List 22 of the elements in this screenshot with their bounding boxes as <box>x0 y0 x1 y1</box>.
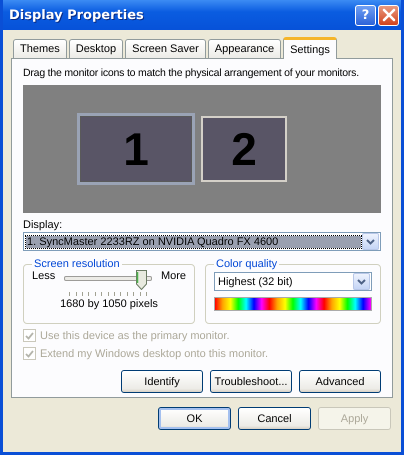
action-button[interactable]: Troubleshoot... <box>210 370 292 393</box>
group-title: Screen resolution <box>33 258 121 270</box>
slider-max-label: More <box>160 270 186 282</box>
tab[interactable]: Appearance <box>208 39 282 58</box>
instruction-text: Drag the monitor icons to match the physical arrangement of your monitors. <box>23 67 360 79</box>
color-quality-dropdown[interactable]: Highest (32 bit) <box>214 272 372 291</box>
slider-min-label: Less <box>32 270 56 282</box>
tab[interactable]: Screen Saver <box>125 39 206 58</box>
action-button[interactable]: Advanced <box>299 370 381 393</box>
display-dropdown[interactable]: 1. SyncMaster 2233RZ on NVIDIA Quadro FX 4600 <box>23 232 381 251</box>
action-button[interactable]: Identify <box>121 370 203 393</box>
checkbox-label: Extend my Windows desktop onto this monitor. <box>40 348 268 360</box>
group-title: Color quality <box>215 258 278 270</box>
dialog-button[interactable]: OK <box>158 407 231 430</box>
checkbox-label: Use this device as the primary monitor. <box>40 330 230 342</box>
tab[interactable]: Desktop <box>68 39 124 58</box>
window-title: Display Properties <box>9 8 145 22</box>
dialog-button[interactable]: Cancel <box>238 407 311 430</box>
display-label: Display: <box>23 219 64 231</box>
tab[interactable]: Settings <box>283 37 337 59</box>
tab[interactable]: Themes <box>13 39 67 58</box>
resolution-reading: 1680 by 1050 pixels <box>59 298 159 310</box>
